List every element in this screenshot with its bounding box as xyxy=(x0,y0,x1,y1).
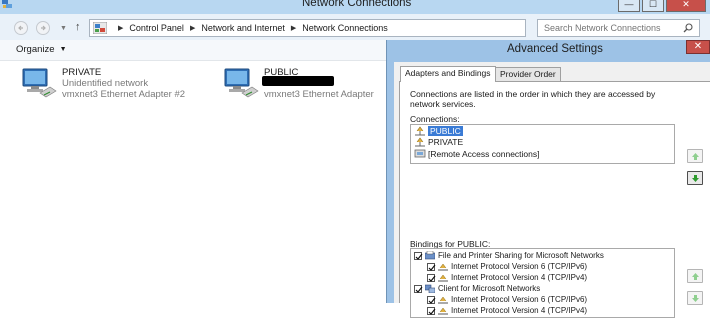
connection-item-remote-access[interactable]: [Remote Access connections] xyxy=(414,149,540,159)
adapter-name: PRIVATE xyxy=(62,67,102,78)
arrow-down-icon xyxy=(692,295,699,302)
protocol-icon xyxy=(438,262,448,271)
minimize-icon: — xyxy=(624,0,634,9)
forward-arrow-icon xyxy=(41,25,46,31)
breadcrumb-chevron-icon[interactable]: ▶ xyxy=(190,24,195,32)
maximize-button[interactable]: ☐ xyxy=(642,0,664,12)
search-input[interactable] xyxy=(544,22,674,34)
close-button[interactable]: ✕ xyxy=(666,0,706,12)
advanced-settings-dialog: Advanced Settings ✕ Adapters and Binding… xyxy=(386,40,710,318)
adapter-list: PRIVATE Unidentified network vmxnet3 Eth… xyxy=(0,61,386,303)
connection-icon xyxy=(414,137,426,147)
tab-provider-order[interactable]: Provider Order xyxy=(495,67,561,81)
connection-label: PRIVATE xyxy=(428,137,464,147)
connection-item-private[interactable]: PRIVATE xyxy=(414,137,463,147)
binding-checkbox[interactable] xyxy=(414,284,423,293)
arrow-down-icon xyxy=(692,175,699,182)
adapter-device: vmxnet3 Ethernet Adapter xyxy=(264,89,374,100)
address-bar[interactable]: ▶ Control Panel ▶ Network and Internet ▶… xyxy=(89,19,526,37)
minimize-button[interactable]: — xyxy=(618,0,640,12)
network-connections-app-icon xyxy=(2,0,12,9)
breadcrumb-network-connections[interactable]: Network Connections xyxy=(302,23,388,33)
breadcrumb-network-and-internet[interactable]: Network and Internet xyxy=(201,23,285,33)
binding-checkbox[interactable] xyxy=(427,262,436,271)
navigation-bar: ▼ ↑ ▶ Control Panel ▶ Network and Intern… xyxy=(0,14,710,40)
adapter-status: Unidentified network xyxy=(62,78,149,89)
connections-listbox[interactable]: PUBLIC PRIVATE [Remote Access connection… xyxy=(410,124,675,164)
tab-adapters-and-bindings[interactable]: Adapters and Bindings xyxy=(400,66,496,82)
protocol-icon xyxy=(438,273,448,282)
binding-checkbox[interactable] xyxy=(427,306,436,315)
close-icon: ✕ xyxy=(693,41,703,52)
binding-checkbox[interactable] xyxy=(414,251,423,260)
back-arrow-icon xyxy=(18,25,23,31)
binding-item-ipv6[interactable]: Internet Protocol Version 6 (TCP/IPv6) xyxy=(427,262,587,271)
search-box[interactable] xyxy=(537,19,700,37)
back-button[interactable] xyxy=(14,21,28,35)
dialog-title: Advanced Settings xyxy=(507,43,603,55)
arrow-up-icon xyxy=(692,153,699,160)
organize-menu-button[interactable]: Organize ▼ xyxy=(16,44,67,55)
chevron-down-icon: ▼ xyxy=(59,46,67,53)
binding-label: Internet Protocol Version 4 (TCP/IPv4) xyxy=(451,273,588,282)
binding-item-ipv4[interactable]: Internet Protocol Version 4 (TCP/IPv4) xyxy=(427,273,587,282)
remote-access-icon xyxy=(414,149,426,159)
forward-button[interactable] xyxy=(36,21,50,35)
arrow-up-icon xyxy=(692,273,699,280)
connections-description: Connections are listed in the order in w… xyxy=(410,89,656,109)
binding-item-client-for-microsoft-networks[interactable]: Client for Microsoft Networks xyxy=(414,284,541,294)
breadcrumb: ▶ Control Panel ▶ Network and Internet ▶… xyxy=(112,23,388,33)
redaction-bar xyxy=(262,76,334,86)
move-binding-up-button[interactable] xyxy=(687,269,703,283)
adapter-device: vmxnet3 Ethernet Adapter #2 xyxy=(62,89,186,100)
binding-item-file-printer-sharing[interactable]: File and Printer Sharing for Microsoft N… xyxy=(414,250,604,260)
move-connection-up-button[interactable] xyxy=(687,149,703,163)
window-title: Network Connections xyxy=(302,0,412,9)
dialog-body: Adapters and Bindings Provider Order Con… xyxy=(394,62,710,318)
binding-label: File and Printer Sharing for Microsoft N… xyxy=(438,251,604,260)
close-icon: ✕ xyxy=(682,0,690,9)
connection-label: [Remote Access connections] xyxy=(428,149,540,159)
recent-locations-chevron-icon[interactable]: ▼ xyxy=(60,25,67,32)
adapters-and-bindings-panel: Connections are listed in the order in w… xyxy=(399,81,710,318)
breadcrumb-chevron-icon: ▶ xyxy=(118,25,124,32)
up-level-icon[interactable]: ↑ xyxy=(75,21,81,33)
search-icon[interactable] xyxy=(683,23,693,35)
connection-icon xyxy=(414,126,426,136)
binding-label: Client for Microsoft Networks xyxy=(438,284,541,293)
file-printer-sharing-icon xyxy=(424,250,436,260)
binding-item-ipv4[interactable]: Internet Protocol Version 4 (TCP/IPv4) xyxy=(427,306,587,315)
breadcrumb-control-panel[interactable]: Control Panel xyxy=(129,23,184,33)
bindings-tree[interactable]: File and Printer Sharing for Microsoft N… xyxy=(410,248,675,318)
connections-label: Connections: xyxy=(410,114,460,124)
maximize-icon: ☐ xyxy=(648,0,658,9)
dialog-close-button[interactable]: ✕ xyxy=(686,40,710,54)
breadcrumb-chevron-icon[interactable]: ▶ xyxy=(291,24,296,32)
control-panel-icon xyxy=(92,21,108,36)
network-adapter-icon xyxy=(20,67,58,101)
connection-label: PUBLIC xyxy=(428,126,463,136)
title-bar: Network Connections — ☐ ✕ xyxy=(0,0,710,14)
network-client-icon xyxy=(424,284,436,294)
binding-checkbox[interactable] xyxy=(427,295,436,304)
binding-label: Internet Protocol Version 6 (TCP/IPv6) xyxy=(451,262,588,271)
protocol-icon xyxy=(438,306,448,315)
binding-label: Internet Protocol Version 4 (TCP/IPv4) xyxy=(451,306,588,315)
connection-item-public[interactable]: PUBLIC xyxy=(414,126,463,136)
binding-checkbox[interactable] xyxy=(427,273,436,282)
organize-label: Organize xyxy=(16,44,55,55)
network-adapter-icon xyxy=(222,67,260,101)
move-connection-down-button[interactable] xyxy=(687,171,703,185)
